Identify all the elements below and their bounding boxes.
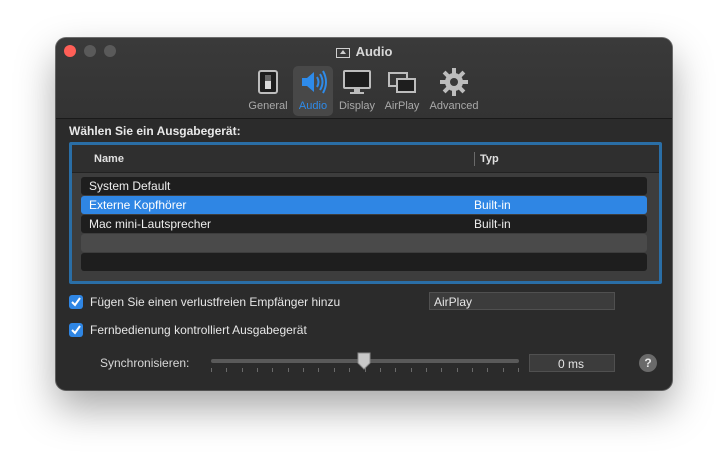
audio-window-icon <box>335 46 350 61</box>
table-row[interactable]: System Default <box>81 177 647 195</box>
slider-tick <box>211 368 212 372</box>
tab-airplay-label: AirPlay <box>384 100 420 112</box>
tab-advanced-label: Advanced <box>429 100 479 112</box>
tab-audio[interactable]: Audio <box>293 66 333 116</box>
remote-control-option[interactable]: Fernbedienung kontrolliert Ausgabegerät <box>69 322 409 338</box>
slider-tick <box>257 368 259 372</box>
remote-control-checkbox[interactable] <box>69 323 83 337</box>
tab-display[interactable]: Display <box>336 66 378 116</box>
sync-label: Synchronisieren: <box>100 356 190 370</box>
tab-audio-label: Audio <box>298 100 328 112</box>
slider-tick <box>241 368 243 372</box>
slider-tick <box>287 368 289 372</box>
device-type: Built-in <box>474 198 511 212</box>
table-header: Name Typ <box>72 145 659 173</box>
receiver-name-field[interactable]: AirPlay <box>429 292 615 310</box>
lossless-receiver-label: Fügen Sie einen verlustfreien Empfänger … <box>90 295 341 309</box>
slider-tick <box>425 368 427 372</box>
gear-icon <box>426 66 482 98</box>
sync-slider-thumb[interactable] <box>357 352 371 375</box>
lossless-receiver-checkbox[interactable] <box>69 295 83 309</box>
slider-tick <box>395 368 397 372</box>
slider-tick <box>456 368 458 372</box>
preferences-toolbar: General Audio Display AirPlay Advanced <box>56 66 672 118</box>
table-row-selected[interactable]: Externe Kopfhörer Built-in <box>81 196 647 214</box>
window-title-text: Audio <box>355 44 393 59</box>
slider-tick <box>333 368 335 372</box>
tab-display-label: Display <box>338 100 376 112</box>
sync-value-field[interactable]: 0 ms <box>529 354 615 372</box>
monitor-icon <box>336 66 378 98</box>
column-header-name[interactable]: Name <box>94 153 124 165</box>
column-header-type[interactable]: Typ <box>480 153 499 165</box>
table-rows: System Default Externe Kopfhörer Built-i… <box>81 177 647 272</box>
window-title: Audio <box>56 44 672 61</box>
airplay-windows-icon <box>381 66 423 98</box>
general-switch-icon <box>246 66 290 98</box>
slider-tick <box>379 368 381 372</box>
slider-tick <box>487 368 489 372</box>
tab-general[interactable]: General <box>246 66 290 116</box>
speaker-icon <box>293 66 333 98</box>
slider-tick <box>318 368 320 372</box>
slider-tick <box>226 368 228 372</box>
slider-tick <box>349 368 351 372</box>
tab-airplay[interactable]: AirPlay <box>381 66 423 116</box>
lossless-receiver-option[interactable]: Fügen Sie einen verlustfreien Empfänger … <box>69 294 409 310</box>
slider-tick <box>410 368 412 372</box>
app-window: Audio General Audio Display AirPlay Adva… <box>56 38 672 390</box>
tab-general-label: General <box>248 100 288 112</box>
device-name: Externe Kopfhörer <box>89 198 187 212</box>
empty-row <box>81 234 647 252</box>
slider-tick <box>272 368 274 372</box>
slider-tick <box>303 368 305 372</box>
device-type: Built-in <box>474 217 511 231</box>
title-bar: Audio General Audio Display AirPlay Adva… <box>56 38 672 119</box>
slider-tick <box>502 368 504 372</box>
slider-tick <box>471 368 473 372</box>
slider-tick <box>518 368 519 372</box>
slider-tick <box>441 368 443 372</box>
device-name: Mac mini-Lautsprecher <box>89 217 212 231</box>
column-divider[interactable] <box>474 152 475 166</box>
table-row[interactable]: Mac mini-Lautsprecher Built-in <box>81 215 647 233</box>
device-name: System Default <box>89 179 171 193</box>
help-button[interactable]: ? <box>639 354 657 372</box>
output-device-label: Wählen Sie ein Ausgabegerät: <box>69 124 241 138</box>
remote-control-label: Fernbedienung kontrolliert Ausgabegerät <box>90 323 307 337</box>
tab-advanced[interactable]: Advanced <box>426 66 482 116</box>
output-device-table[interactable]: Name Typ System Default Externe Kopfhöre… <box>69 142 662 284</box>
empty-row <box>81 253 647 271</box>
